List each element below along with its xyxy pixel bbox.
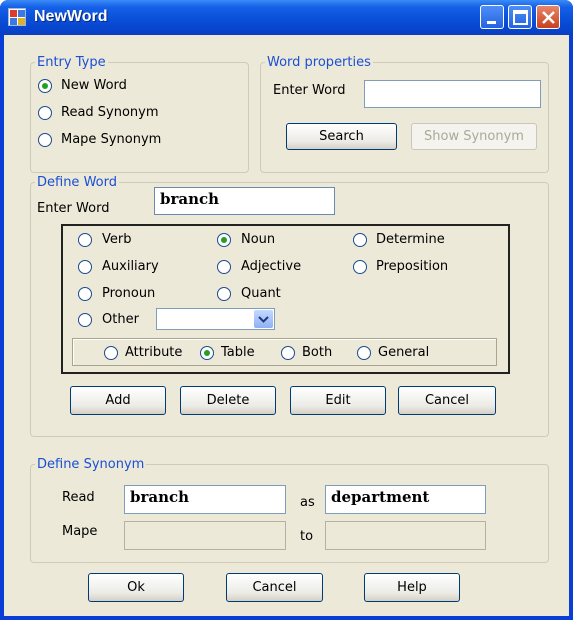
maximize-icon — [513, 10, 528, 25]
read-label: Read — [62, 490, 95, 505]
to-input[interactable] — [325, 521, 486, 550]
read-synonym-radio-label: Read Synonym — [61, 105, 159, 120]
define-synonym-legend: Define Synonym — [37, 457, 145, 472]
other-radio[interactable] — [78, 313, 92, 327]
define-word-legend: Define Word — [37, 175, 117, 190]
ok-button[interactable]: Ok — [88, 573, 184, 602]
noun-radio[interactable] — [217, 233, 231, 247]
add-button[interactable]: Add — [70, 386, 166, 415]
footer-cancel-button[interactable]: Cancel — [226, 573, 323, 602]
close-icon — [542, 11, 555, 24]
quant-radio[interactable] — [217, 287, 231, 301]
app-grid-icon — [8, 8, 26, 26]
dialog-client-area: Entry Type New Word Read Synonym Mape Sy… — [4, 35, 569, 616]
close-button[interactable] — [536, 5, 560, 29]
word-properties-group: Word properties — [260, 55, 549, 173]
window-title: NewWord — [34, 8, 108, 25]
verb-radio-label: Verb — [102, 232, 132, 247]
show-synonym-button[interactable]: Show Synonym — [411, 123, 537, 150]
new-word-radio[interactable] — [38, 79, 52, 93]
pronoun-radio[interactable] — [78, 287, 92, 301]
mape-synonym-radio-label: Mape Synonym — [61, 132, 162, 147]
edit-button[interactable]: Edit — [290, 386, 386, 415]
both-radio[interactable] — [281, 346, 295, 360]
define-word-word-input[interactable]: branch — [154, 187, 335, 215]
determine-radio[interactable] — [353, 233, 367, 247]
auxiliary-radio-label: Auxiliary — [102, 259, 159, 274]
new-word-radio-label: New Word — [61, 78, 127, 93]
read-synonym-radio[interactable] — [38, 106, 52, 120]
title-bar[interactable]: NewWord — [0, 0, 573, 35]
general-radio-label: General — [378, 345, 430, 360]
mape-input[interactable] — [124, 521, 286, 550]
newword-window: NewWord Entry Type New Word Read Synonym… — [0, 0, 573, 620]
adjective-radio-label: Adjective — [241, 259, 302, 274]
preposition-radio-label: Preposition — [376, 259, 449, 274]
to-label: to — [300, 529, 314, 544]
pronoun-radio-label: Pronoun — [102, 286, 156, 301]
table-radio-label: Table — [221, 345, 255, 360]
table-radio[interactable] — [200, 346, 214, 360]
mape-label: Mape — [62, 524, 98, 539]
delete-button[interactable]: Delete — [180, 386, 276, 415]
auxiliary-radio[interactable] — [78, 260, 92, 274]
adjective-radio[interactable] — [217, 260, 231, 274]
help-button[interactable]: Help — [364, 573, 460, 602]
attribute-radio-label: Attribute — [125, 345, 183, 360]
read-input[interactable]: branch — [124, 485, 286, 514]
as-input[interactable]: department — [325, 485, 486, 514]
word-properties-word-input[interactable] — [364, 80, 541, 108]
preposition-radio[interactable] — [353, 260, 367, 274]
quant-radio-label: Quant — [241, 286, 281, 301]
search-button[interactable]: Search — [286, 123, 397, 150]
general-radio[interactable] — [357, 346, 371, 360]
minimize-icon — [487, 21, 496, 24]
maximize-button[interactable] — [508, 5, 532, 29]
attribute-radio[interactable] — [104, 346, 118, 360]
minimize-button[interactable] — [480, 5, 504, 29]
other-select-dropdown-button[interactable] — [254, 310, 273, 328]
verb-radio[interactable] — [78, 233, 92, 247]
both-radio-label: Both — [302, 345, 333, 360]
word-properties-enter-word-label: Enter Word — [273, 83, 346, 98]
other-select[interactable] — [156, 308, 275, 330]
noun-radio-label: Noun — [241, 232, 276, 247]
mape-synonym-radio[interactable] — [38, 133, 52, 147]
word-properties-legend: Word properties — [267, 55, 371, 70]
as-label: as — [300, 495, 315, 510]
chevron-down-icon — [258, 316, 269, 323]
entry-type-legend: Entry Type — [37, 55, 106, 70]
determine-radio-label: Determine — [376, 232, 445, 247]
define-word-enter-word-label: Enter Word — [37, 201, 110, 216]
define-word-cancel-button[interactable]: Cancel — [398, 386, 496, 415]
other-radio-label: Other — [102, 312, 139, 327]
